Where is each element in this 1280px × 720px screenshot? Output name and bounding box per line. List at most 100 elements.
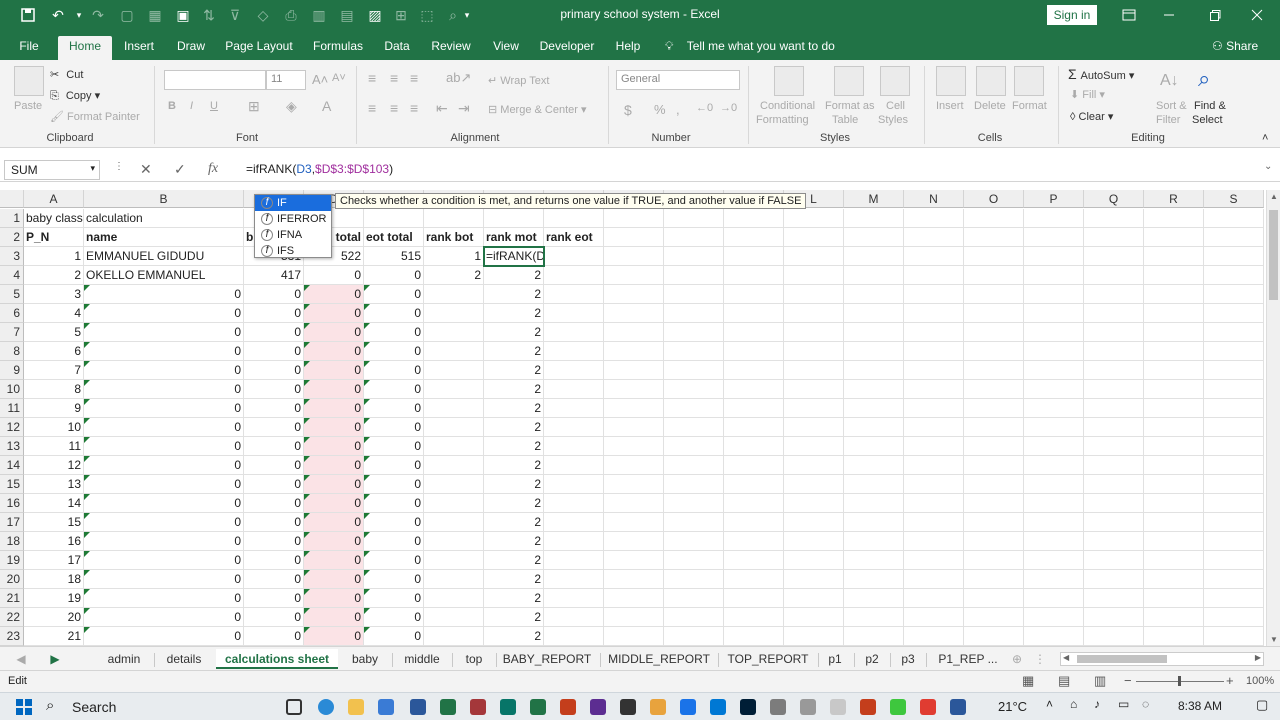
empty-cell[interactable] bbox=[844, 399, 904, 418]
row-header[interactable]: 20 bbox=[0, 570, 24, 589]
empty-cell[interactable] bbox=[1024, 247, 1084, 266]
green-app-icon[interactable] bbox=[890, 699, 906, 715]
empty-cell[interactable] bbox=[604, 266, 664, 285]
empty-cell[interactable] bbox=[664, 513, 724, 532]
sheet-tab-calculations[interactable]: calculations sheet bbox=[216, 649, 338, 669]
row-header[interactable]: 7 bbox=[0, 323, 24, 342]
table-label[interactable]: Table bbox=[832, 114, 858, 126]
empty-cell[interactable] bbox=[1144, 456, 1204, 475]
empty-cell[interactable] bbox=[424, 323, 484, 342]
data-cell[interactable]: 2 bbox=[484, 532, 544, 551]
row-header[interactable]: 8 bbox=[0, 342, 24, 361]
active-editing-cell[interactable]: =ifRANK(D bbox=[483, 246, 545, 267]
empty-cell[interactable] bbox=[1204, 513, 1264, 532]
data-cell[interactable]: 0 bbox=[304, 475, 364, 494]
empty-cell[interactable] bbox=[964, 551, 1024, 570]
data-cell[interactable]: 0 bbox=[304, 532, 364, 551]
empty-cell[interactable] bbox=[1204, 209, 1264, 228]
data-cell[interactable]: 2 bbox=[24, 266, 84, 285]
select-all-corner[interactable] bbox=[0, 190, 24, 208]
empty-cell[interactable] bbox=[1204, 361, 1264, 380]
empty-cell[interactable] bbox=[964, 627, 1024, 646]
data-cell[interactable]: 0 bbox=[364, 627, 424, 646]
empty-cell[interactable] bbox=[1144, 228, 1204, 247]
data-cell[interactable]: 16 bbox=[24, 532, 84, 551]
empty-cell[interactable] bbox=[604, 342, 664, 361]
windows-start-icon[interactable] bbox=[16, 699, 32, 715]
empty-cell[interactable] bbox=[1024, 570, 1084, 589]
empty-cell[interactable] bbox=[664, 342, 724, 361]
sheet-tab-details[interactable]: details bbox=[160, 649, 208, 669]
empty-cell[interactable] bbox=[424, 456, 484, 475]
empty-cell[interactable] bbox=[784, 589, 844, 608]
empty-cell[interactable] bbox=[844, 532, 904, 551]
empty-cell[interactable] bbox=[1084, 627, 1144, 646]
share-button[interactable]: ⚇ Share bbox=[1212, 39, 1258, 53]
empty-cell[interactable] bbox=[844, 437, 904, 456]
data-cell[interactable]: 0 bbox=[84, 475, 244, 494]
format-as-label[interactable]: Format as bbox=[825, 100, 875, 112]
next-sheet-icon[interactable]: ▶ bbox=[48, 649, 62, 669]
empty-cell[interactable] bbox=[1204, 266, 1264, 285]
word-2-icon[interactable] bbox=[950, 699, 966, 715]
excel-icon[interactable] bbox=[440, 699, 456, 715]
fill-color-icon[interactable]: ◈ bbox=[286, 98, 297, 115]
column-title-cell[interactable]: eot total bbox=[364, 228, 424, 247]
insert-cells-icon[interactable] bbox=[936, 66, 966, 96]
empty-cell[interactable] bbox=[844, 304, 904, 323]
data-cell[interactable]: 6 bbox=[24, 342, 84, 361]
empty-cell[interactable] bbox=[664, 361, 724, 380]
empty-cell[interactable] bbox=[904, 323, 964, 342]
data-cell[interactable]: 0 bbox=[364, 456, 424, 475]
data-cell[interactable]: 14 bbox=[24, 494, 84, 513]
empty-cell[interactable] bbox=[964, 209, 1024, 228]
dock-icon[interactable] bbox=[830, 699, 846, 715]
empty-cell[interactable] bbox=[1144, 589, 1204, 608]
empty-cell[interactable] bbox=[1204, 342, 1264, 361]
empty-cell[interactable] bbox=[1144, 475, 1204, 494]
empty-cell[interactable] bbox=[544, 494, 604, 513]
collapse-ribbon-icon[interactable]: ˄ bbox=[1262, 132, 1268, 144]
empty-cell[interactable] bbox=[424, 608, 484, 627]
data-cell[interactable]: 9 bbox=[24, 399, 84, 418]
data-cell[interactable]: 0 bbox=[304, 608, 364, 627]
empty-cell[interactable] bbox=[1204, 570, 1264, 589]
empty-cell[interactable] bbox=[664, 418, 724, 437]
data-cell[interactable]: 0 bbox=[244, 608, 304, 627]
empty-cell[interactable] bbox=[1084, 342, 1144, 361]
empty-cell[interactable] bbox=[1024, 513, 1084, 532]
empty-cell[interactable] bbox=[784, 304, 844, 323]
empty-cell[interactable] bbox=[544, 304, 604, 323]
empty-cell[interactable] bbox=[964, 570, 1024, 589]
data-cell[interactable]: 0 bbox=[364, 304, 424, 323]
data-cell[interactable]: 15 bbox=[24, 513, 84, 532]
empty-cell[interactable] bbox=[664, 380, 724, 399]
data-cell[interactable]: 0 bbox=[304, 513, 364, 532]
row-header[interactable]: 16 bbox=[0, 494, 24, 513]
empty-cell[interactable] bbox=[1024, 418, 1084, 437]
find-label[interactable]: Find & bbox=[1194, 100, 1226, 112]
empty-cell[interactable] bbox=[544, 323, 604, 342]
column-title-cell[interactable]: rank bot bbox=[424, 228, 484, 247]
data-cell[interactable]: 0 bbox=[364, 532, 424, 551]
data-cell[interactable]: 11 bbox=[24, 437, 84, 456]
empty-cell[interactable] bbox=[1084, 361, 1144, 380]
empty-cell[interactable] bbox=[424, 342, 484, 361]
empty-cell[interactable] bbox=[1204, 304, 1264, 323]
borders-icon[interactable]: ⊞ bbox=[248, 98, 260, 115]
sign-in-button[interactable]: Sign in bbox=[1047, 5, 1097, 25]
insert-function-icon[interactable]: fx bbox=[208, 161, 218, 177]
data-cell[interactable]: 0 bbox=[364, 380, 424, 399]
empty-cell[interactable] bbox=[904, 456, 964, 475]
empty-cell[interactable] bbox=[904, 627, 964, 646]
empty-cell[interactable] bbox=[1084, 380, 1144, 399]
empty-cell[interactable] bbox=[964, 342, 1024, 361]
row-header[interactable]: 9 bbox=[0, 361, 24, 380]
empty-cell[interactable] bbox=[544, 456, 604, 475]
empty-cell[interactable] bbox=[604, 494, 664, 513]
empty-cell[interactable] bbox=[904, 570, 964, 589]
sheet-tab-top-report[interactable]: TOP_REPORT bbox=[724, 649, 812, 669]
data-cell[interactable]: 3 bbox=[24, 285, 84, 304]
empty-cell[interactable] bbox=[724, 361, 784, 380]
increase-font-icon[interactable]: A˄ bbox=[312, 72, 328, 87]
